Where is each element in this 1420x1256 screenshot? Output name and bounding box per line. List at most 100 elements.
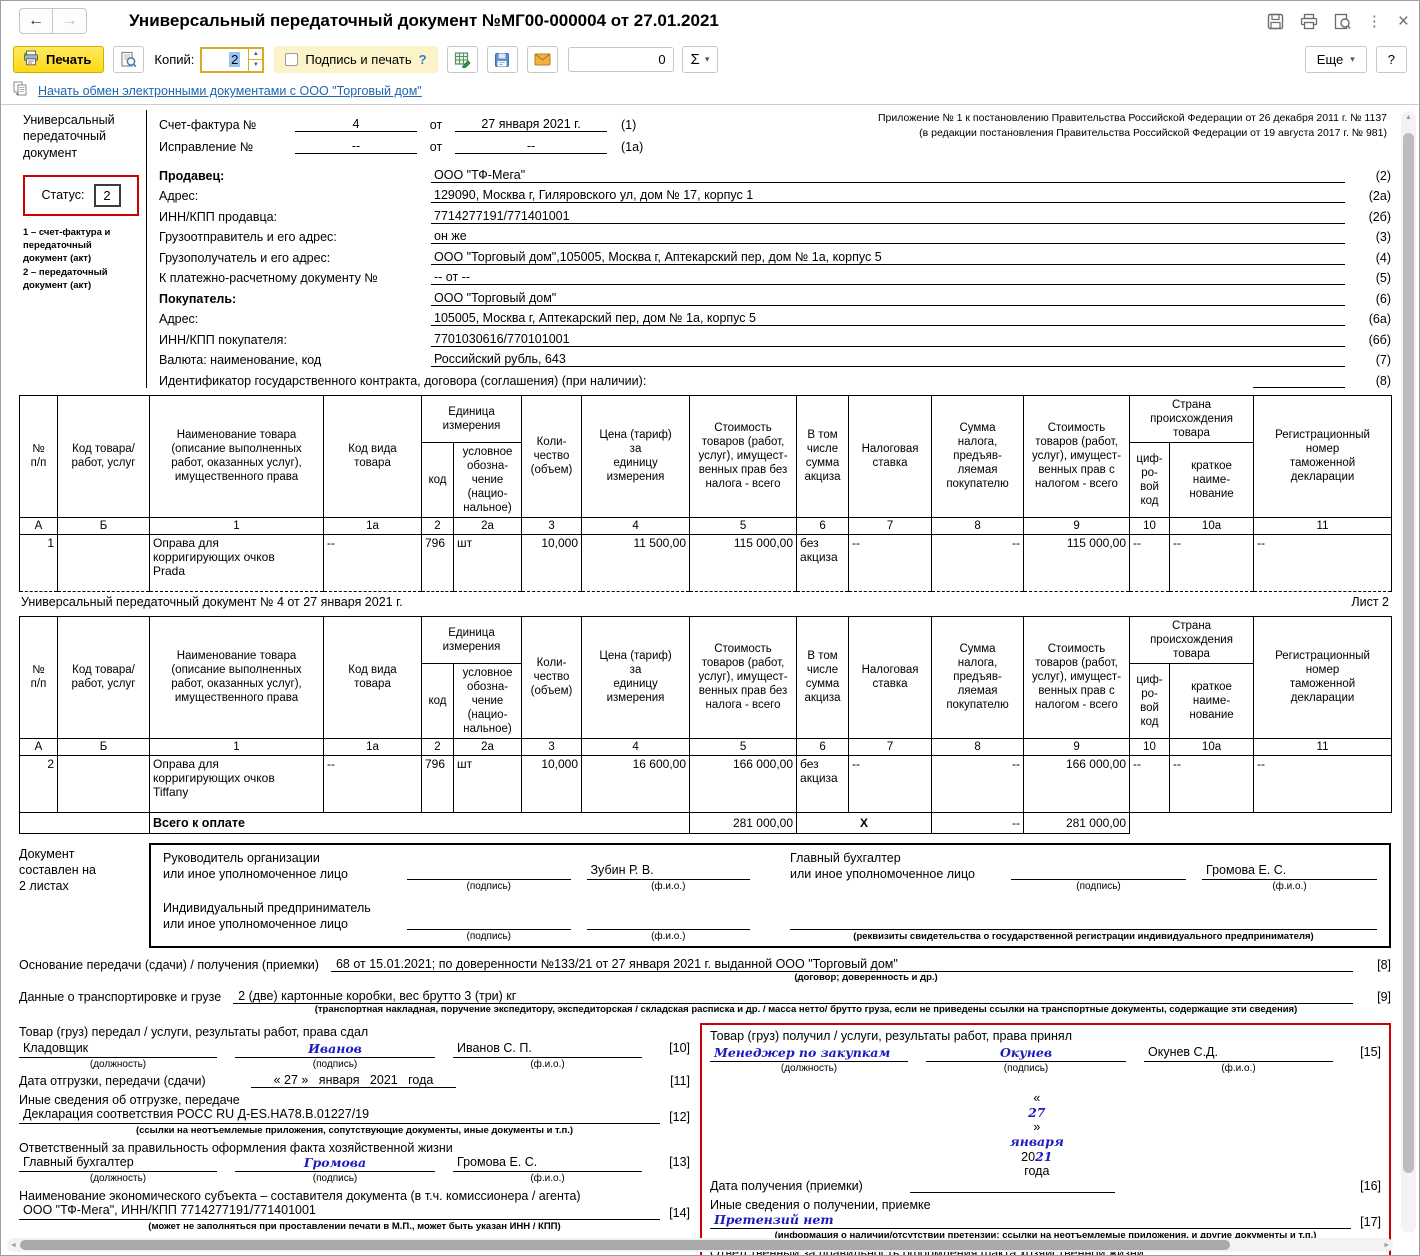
- col-header: В том числе сумма акциза: [796, 615, 850, 739]
- total-net: 281 000,00: [689, 811, 798, 834]
- window-icons: ⋮ ×: [1267, 12, 1409, 31]
- scroll-up-icon[interactable]: ▲: [1401, 111, 1416, 121]
- edo-link[interactable]: Начать обмен электронными документами с …: [38, 84, 422, 98]
- status-legend: 1 – счет-фактура и передаточный документ…: [23, 226, 111, 291]
- print-preview-button[interactable]: [113, 46, 145, 73]
- sum-field-value: 0: [658, 52, 666, 67]
- more-menu-icon[interactable]: ⋮: [1367, 12, 1382, 30]
- cell-unit-code: 796: [421, 533, 454, 592]
- row-code: [14]: [669, 1205, 690, 1220]
- col-header: Цена (тариф) за единицу измерения: [581, 615, 691, 739]
- other-shipment-caption: (ссылки на неотъемлемые приложения, сопу…: [135, 1124, 574, 1136]
- vertical-scrollbar[interactable]: ▲: [1401, 111, 1416, 1233]
- col-header: В том числе сумма акциза: [796, 394, 850, 518]
- cell-country-code: --: [1129, 533, 1171, 592]
- more-button[interactable]: Еще ▾: [1304, 46, 1367, 73]
- sum-button[interactable]: Σ ▾: [681, 46, 719, 73]
- print-button[interactable]: Печать: [13, 46, 105, 73]
- forward-button[interactable]: →: [53, 8, 87, 34]
- sign-help-icon[interactable]: ?: [419, 52, 427, 67]
- row-code: [10]: [669, 1040, 690, 1055]
- horizontal-scroll-thumb[interactable]: [19, 1240, 1230, 1250]
- print-icon[interactable]: [1300, 13, 1318, 30]
- code-cell: 3: [521, 516, 583, 535]
- vertical-scroll-thumb[interactable]: [1403, 133, 1414, 1173]
- cell-country-name: --: [1169, 533, 1255, 592]
- back-button[interactable]: ←: [19, 8, 53, 34]
- scroll-right-icon[interactable]: ►: [1380, 1242, 1393, 1249]
- copies-label: Копий:: [154, 52, 195, 67]
- seller-block-title: Товар (груз) передал / услуги, результат…: [19, 1024, 369, 1039]
- document-preview: Универсальный передаточный документ Стат…: [1, 105, 1419, 1255]
- head-of-org-label: Руководитель организации или иное уполно…: [163, 850, 349, 881]
- field-code: (6б): [1368, 332, 1391, 347]
- status-label: Статус:: [41, 188, 85, 203]
- code-cell: 6: [796, 516, 850, 535]
- spinner-up-icon[interactable]: ▲: [249, 49, 263, 60]
- open-spreadsheet-button[interactable]: [446, 46, 478, 73]
- receive-date-day: 27: [1028, 1104, 1046, 1120]
- correction-date: --: [455, 139, 607, 154]
- copies-spinner[interactable]: ▲ ▼: [248, 48, 263, 71]
- help-button[interactable]: ?: [1375, 46, 1407, 73]
- spinner-down-icon[interactable]: ▼: [249, 60, 262, 71]
- code-cell: 7: [848, 737, 933, 756]
- save-icon[interactable]: [1267, 13, 1284, 30]
- col-header: условное обозна- чение (нацио- нальное): [452, 441, 523, 518]
- total-tax: --: [931, 811, 1025, 834]
- col-header: код: [421, 441, 454, 518]
- field-label: Покупатель:: [159, 291, 237, 306]
- invoice-date: 27 января 2021 г.: [455, 117, 607, 132]
- code-cell: 2а: [452, 737, 523, 756]
- send-email-button[interactable]: [526, 46, 558, 73]
- horizontal-scrollbar[interactable]: ◄ ►: [7, 1238, 1393, 1252]
- cell-price: 16 600,00: [581, 754, 691, 813]
- correction-label: Исправление №: [159, 140, 254, 154]
- col-header: Единица измерения: [420, 394, 523, 443]
- doc-header: Универсальный передаточный документ Стат…: [19, 110, 1391, 388]
- field-code: (6): [1375, 291, 1391, 306]
- fio-caption: (ф.и.о.): [1272, 880, 1307, 892]
- col-header: Страна происхождения товара: [1129, 394, 1255, 443]
- col-header: Наименование товара (описание выполненны…: [149, 615, 324, 739]
- field-label: Продавец:: [159, 168, 225, 183]
- position-value: Менеджер по закупкам: [710, 1045, 908, 1062]
- col-header: Единица измерения: [420, 615, 523, 664]
- cell-country-name: --: [1169, 754, 1255, 813]
- table-edit-icon: [454, 52, 471, 68]
- total-label: Всего к оплате: [148, 811, 691, 834]
- row-code: [11]: [670, 1073, 690, 1088]
- col-header: Регистрационный номер таможенной деклара…: [1253, 615, 1393, 739]
- close-icon[interactable]: ×: [1398, 12, 1409, 31]
- signature-line: [407, 863, 571, 880]
- signature-section: Документ составлен на 2 листах Руководит…: [19, 842, 1391, 948]
- position-caption: (должность): [780, 1062, 838, 1074]
- other-receipt-value: Претензий нет: [710, 1212, 1351, 1229]
- invoice-label: Счет-фактура №: [159, 118, 257, 132]
- cell-rate: --: [848, 533, 933, 592]
- code-cell: 7: [848, 516, 933, 535]
- preview-icon[interactable]: [1334, 13, 1351, 30]
- other-shipment-label: Иные сведения об отгрузке, передаче: [19, 1092, 240, 1107]
- copies-input[interactable]: 2 ▲ ▼: [200, 46, 265, 73]
- bottom-blocks: Товар (груз) передал / услуги, результат…: [19, 1022, 1391, 1255]
- cell-tax: --: [931, 533, 1025, 592]
- cell-qty: 10,000: [521, 533, 583, 592]
- basis-label: Основание передачи (сдачи) / получения (…: [19, 957, 319, 972]
- sign-and-print-checkbox[interactable]: [285, 53, 299, 66]
- field-value: 105005, Москва г, Аптекарский пер, дом №…: [431, 311, 1345, 326]
- transport-label: Данные о транспортировке и грузе: [19, 989, 222, 1004]
- code-cell: 10: [1129, 516, 1171, 535]
- save-file-button[interactable]: [486, 46, 518, 73]
- field-code: (5): [1375, 271, 1391, 285]
- edo-link-row: Начать обмен электронными документами с …: [1, 78, 1419, 105]
- scroll-left-icon[interactable]: ◄: [7, 1242, 20, 1249]
- row-code: [15]: [1360, 1044, 1381, 1059]
- basis-row: Основание передачи (сдачи) / получения (…: [19, 957, 1391, 972]
- col-header: Сумма налога, предъяв- ляемая покупателю: [931, 394, 1025, 518]
- sum-field[interactable]: 0: [567, 47, 674, 72]
- field-value: Российский рубль, 643: [431, 352, 1345, 367]
- signature-line: [1011, 863, 1186, 880]
- cell-net: 166 000,00: [689, 754, 798, 813]
- fio-caption: (ф.и.о.): [530, 1172, 565, 1184]
